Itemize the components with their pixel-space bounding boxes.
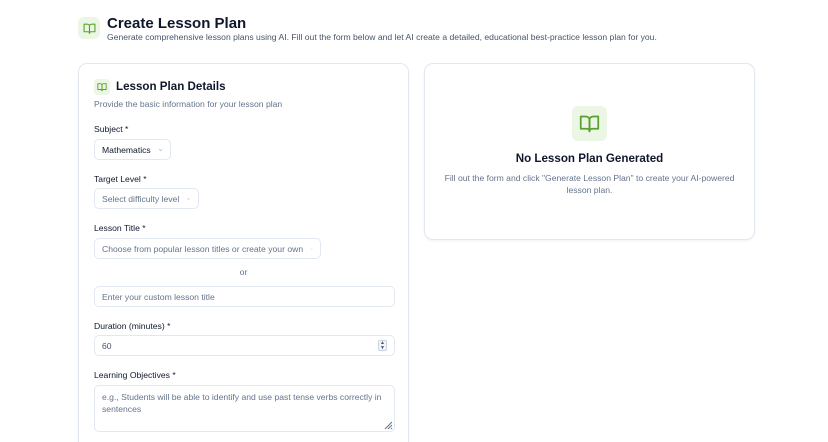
chevron-down-icon [158,148,162,151]
objectives-textarea[interactable]: e.g., Students will be able to identify … [94,385,395,432]
form-description: Provide the basic information for your l… [94,99,283,109]
lesson-title-select[interactable]: Choose from popular lesson titles or cre… [94,238,321,259]
subject-value: Mathematics [102,144,151,155]
or-divider-text: or [239,267,248,277]
chevron-down-icon [310,247,313,250]
book-open-icon [94,79,110,95]
duration-value: 60 [102,340,112,351]
empty-state-title: No Lesson Plan Generated [515,152,664,165]
subject-select[interactable]: Mathematics [94,139,171,160]
objectives-placeholder: e.g., Students will be able to identify … [102,392,382,414]
target-level-select[interactable]: Select difficulty level [94,188,199,209]
page-subtitle: Generate comprehensive lesson plans usin… [107,32,657,42]
lesson-title-label: Lesson Title * [94,223,146,233]
stepper-down-icon[interactable]: ▼ [380,345,385,351]
book-open-icon [572,106,607,141]
empty-state-description: Fill out the form and click "Generate Le… [444,173,735,195]
page-header: Create Lesson Plan Generate comprehensiv… [78,14,778,54]
custom-lesson-title-input[interactable]: Enter your custom lesson title [94,286,395,307]
chevron-down-icon [187,197,191,200]
lesson-title-placeholder: Choose from popular lesson titles or cre… [102,243,304,254]
target-level-label: Target Level * [94,174,147,184]
subject-label: Subject * [94,124,129,134]
target-level-placeholder: Select difficulty level [102,193,180,204]
number-stepper[interactable]: ▲ ▼ [378,340,387,351]
form-title: Lesson Plan Details [116,80,226,93]
duration-label: Duration (minutes) * [94,321,171,331]
custom-lesson-title-placeholder: Enter your custom lesson title [102,291,215,302]
objectives-label: Learning Objectives * [94,370,176,380]
resize-handle-icon[interactable] [383,420,393,430]
empty-state-card: No Lesson Plan Generated Fill out the fo… [424,63,755,240]
page-title: Create Lesson Plan [107,15,247,32]
duration-input[interactable]: 60 ▲ ▼ [94,335,395,356]
book-open-icon [78,17,100,39]
lesson-plan-details-card: Lesson Plan Details Provide the basic in… [78,63,409,442]
